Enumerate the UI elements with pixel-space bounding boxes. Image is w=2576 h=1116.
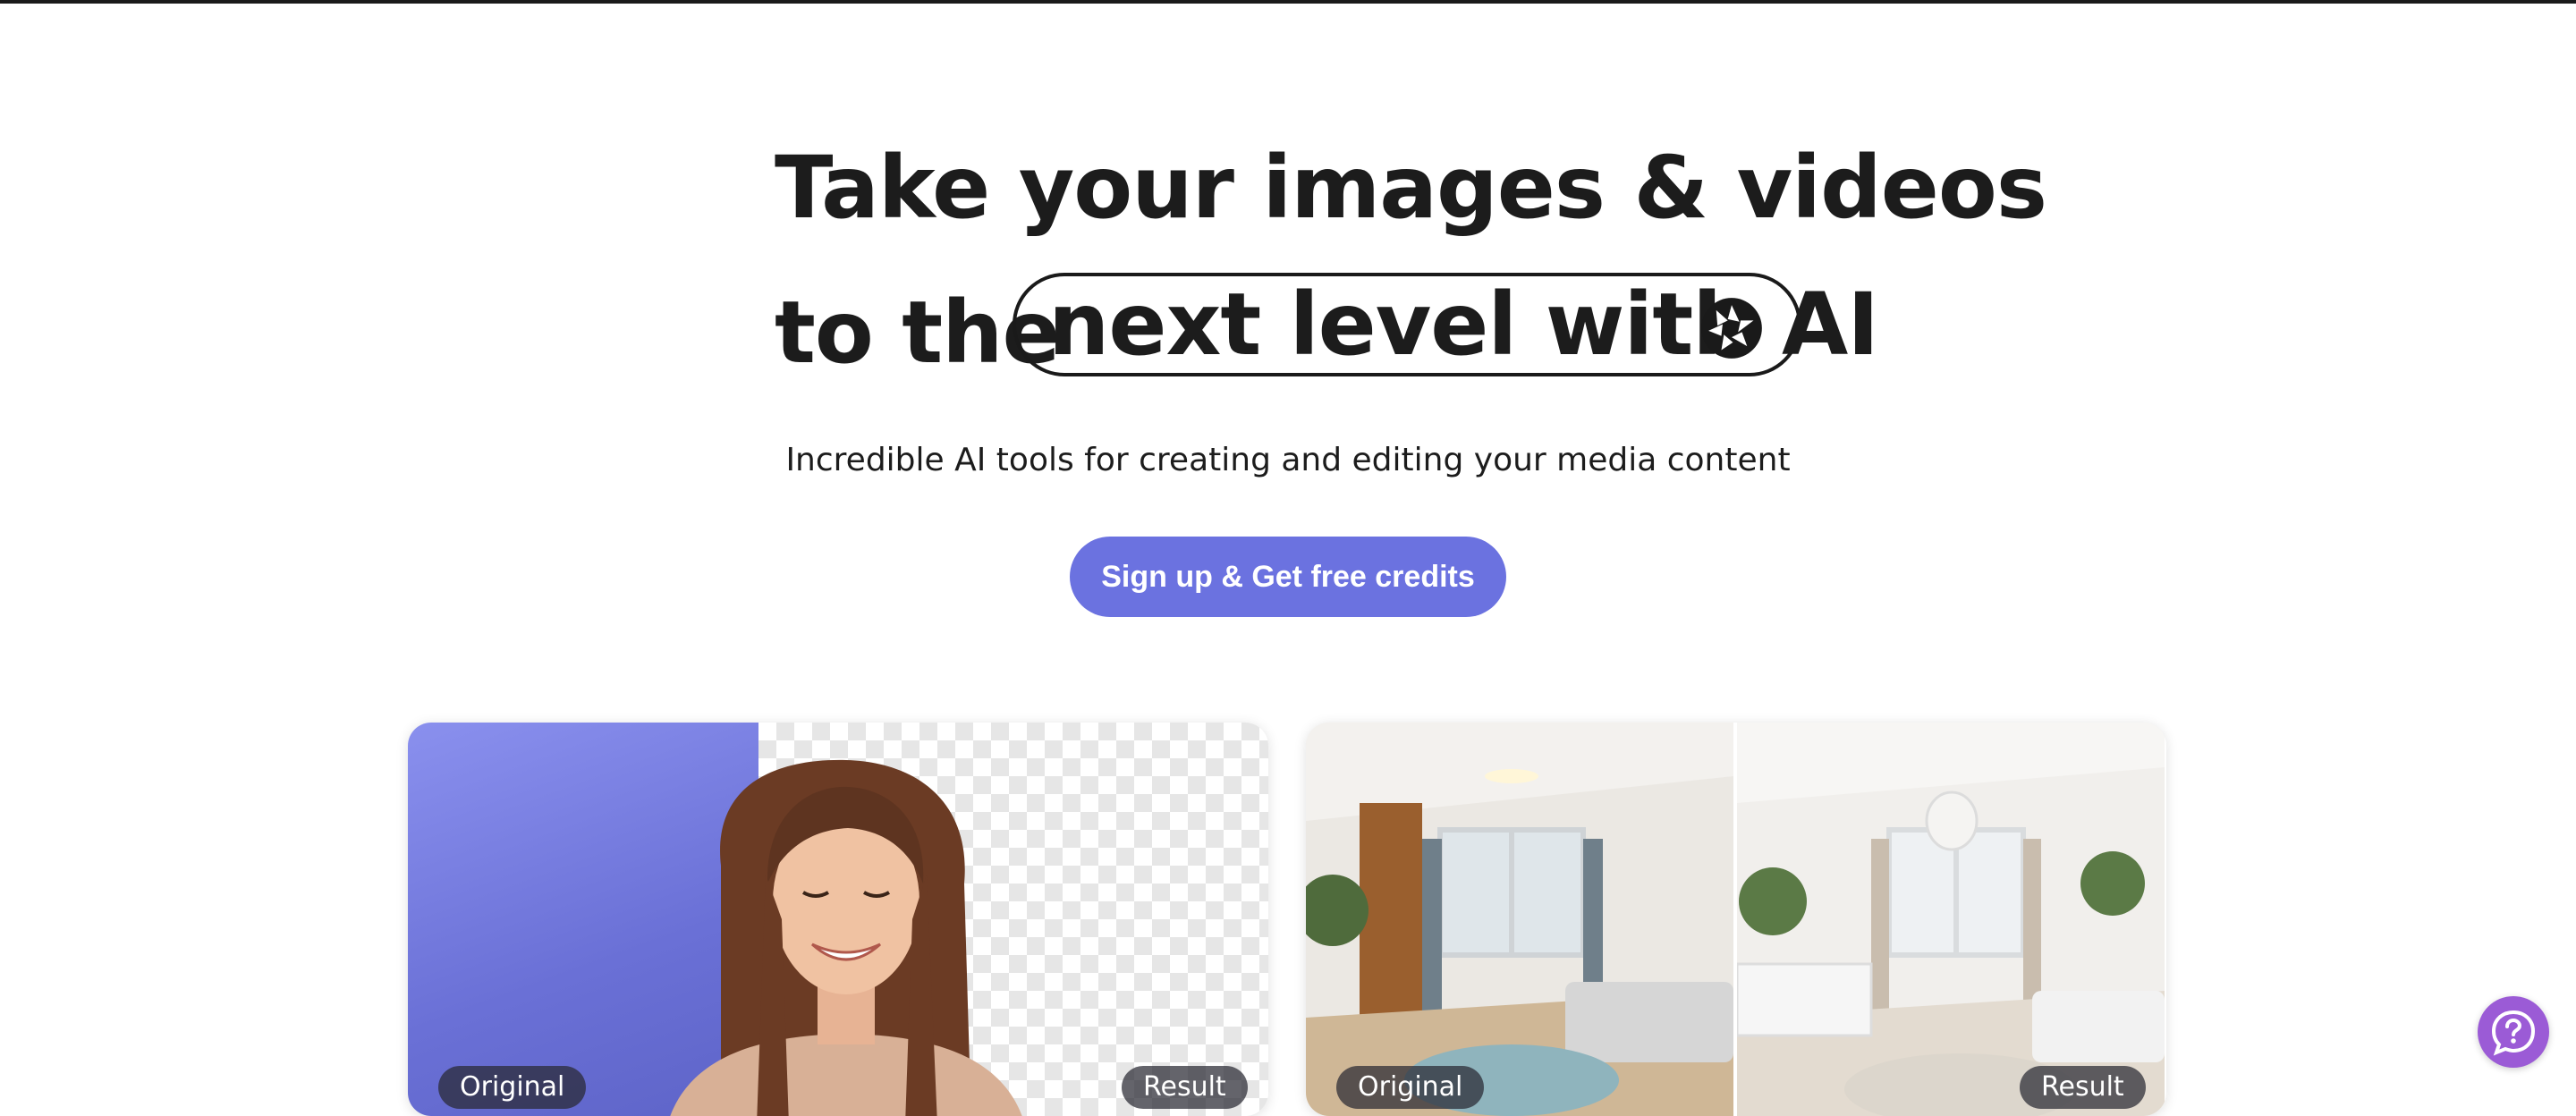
card2-original-label: Original (1336, 1066, 1485, 1109)
room-result-image (1737, 723, 2165, 1116)
demo-card-room-redesign (1306, 723, 2166, 1116)
hero-subtitle: Incredible AI tools for creating and edi… (785, 442, 1791, 478)
card2-result-label: Result (2020, 1066, 2146, 1109)
help-chat-button[interactable] (2478, 996, 2549, 1068)
headline-highlight-pill: next level with AI (1013, 273, 1879, 376)
woman-portrait-image (670, 759, 1022, 1116)
demo-card-background-removal (408, 723, 1268, 1116)
top-border (0, 0, 2576, 4)
card1-original-label: Original (438, 1066, 587, 1109)
signup-cta-button[interactable]: Sign up & Get free credits (1070, 537, 1506, 617)
card1-result-label: Result (1122, 1066, 1248, 1109)
room-original-image (1306, 723, 1733, 1116)
help-chat-icon (2491, 1010, 2536, 1056)
headline-line-1: Take your images & videos (775, 138, 2047, 238)
aperture-icon (1701, 298, 1762, 359)
